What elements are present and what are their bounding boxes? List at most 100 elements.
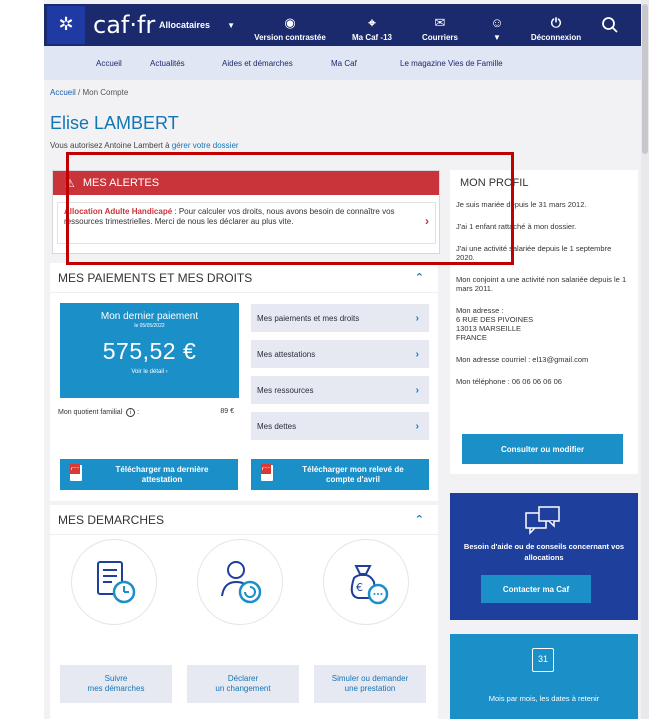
chevron-right-icon: › xyxy=(165,369,168,375)
warning-icon: ⚠ xyxy=(65,177,75,190)
alerts-header: ⚠ MES ALERTES xyxy=(53,171,439,195)
alerts-panel: ⚠ MES ALERTES Allocation Adulte Handicap… xyxy=(52,170,440,254)
profile-phone: Mon téléphone : 06 06 06 06 06 xyxy=(456,377,562,386)
breadcrumb-home-link[interactable]: Accueil xyxy=(50,88,76,97)
key-dates-text: Mois par mois, les dates à retenir xyxy=(488,694,600,703)
demarches-card-title: MES DEMARCHES xyxy=(58,512,165,527)
track-procedures-line2: mes démarches xyxy=(87,684,145,693)
simulate-benefit-illustration: € xyxy=(323,539,409,625)
nav-ma-caf-label: Ma Caf -13 xyxy=(351,33,392,42)
track-procedures-link[interactable]: Suivre mes démarches xyxy=(60,665,172,703)
pdf-icon: PDF xyxy=(261,464,273,481)
nav-deconnexion[interactable]: ⏻ Déconnexion xyxy=(521,4,591,46)
search-button[interactable] xyxy=(591,4,629,46)
payments-card-header[interactable]: MES PAIEMENTS ET MES DROITS ⌃ xyxy=(50,263,438,293)
nav-courriers[interactable]: ✉ Courriers xyxy=(407,4,473,46)
profile-title: MON PROFIL xyxy=(460,177,529,189)
breadcrumb: Accueil / Mon Compte xyxy=(50,88,128,97)
nav-version-contrastee[interactable]: ◉ Version contrastée xyxy=(243,4,337,46)
chevron-right-icon: › xyxy=(415,348,419,360)
chat-bubbles-icon xyxy=(525,506,560,535)
breadcrumb-current: Mon Compte xyxy=(82,88,129,97)
chevron-down-icon: ▼ xyxy=(493,33,501,42)
simulate-benefit-line1: Simuler ou demander xyxy=(331,674,409,683)
link-mes-paiements[interactable]: Mes paiements et mes droits › xyxy=(251,304,429,332)
calendar-icon: 31 xyxy=(532,648,554,672)
nav-ma-caf[interactable]: ⌖ Ma Caf -13 xyxy=(337,4,407,46)
nav-user-menu[interactable]: ☺ ▼ xyxy=(473,4,521,46)
profile-address: Mon adresse : 6 RUE DES PIVOINES 13013 M… xyxy=(456,306,632,342)
page-title: Elise LAMBERT xyxy=(50,113,179,133)
allocataires-menu[interactable]: Allocataires ▼ xyxy=(151,4,243,46)
scrollbar[interactable] xyxy=(641,0,649,719)
link-mes-attestations[interactable]: Mes attestations › xyxy=(251,340,429,368)
authorization-notice: Vous autorisez Antoine Lambert à gérer v… xyxy=(50,141,239,150)
declare-change-link[interactable]: Déclarer un changement xyxy=(187,665,299,703)
last-payment-date: le 05/05/2022 xyxy=(134,323,165,329)
chevron-right-icon: › xyxy=(425,214,429,228)
profile-address-line: 6 RUE DES PIVOINES xyxy=(456,315,534,324)
user-refresh-icon xyxy=(221,561,262,604)
family-quotient-value: 89 € xyxy=(220,408,234,415)
secondary-navigation: Accueil Actualités Aides et démarches Ma… xyxy=(44,46,644,80)
pdf-icon: PDF xyxy=(70,464,82,481)
profile-address-label: Mon adresse : xyxy=(456,306,504,315)
caf-logo[interactable]: ✲ xyxy=(47,6,85,44)
profile-item: Mon conjoint a une activité non salariée… xyxy=(456,275,627,293)
info-icon[interactable]: i xyxy=(126,408,136,417)
simulate-benefit-line2: une prestation xyxy=(344,684,396,693)
location-pin-icon: ⌖ xyxy=(368,15,376,30)
nav-version-contrastee-label: Version contrastée xyxy=(254,33,326,42)
profile-item: Je suis mariée depuis le 31 mars 2012. xyxy=(456,200,587,209)
profile-item: J'ai 1 enfant rattaché à mon dossier. xyxy=(456,222,577,231)
subnav-magazine[interactable]: Le magazine Vies de Famille xyxy=(400,59,503,68)
download-releve-button[interactable]: PDF Télécharger mon relevé de compte d'a… xyxy=(251,459,429,490)
declare-change-line2: un changement xyxy=(215,684,271,693)
payments-card-title: MES PAIEMENTS ET MES DROITS xyxy=(58,270,253,285)
subnav-actualites[interactable]: Actualités xyxy=(150,59,185,68)
money-bag-icon: € xyxy=(350,565,389,605)
profile-item: J'ai une activité salariée depuis le 1 s… xyxy=(456,244,612,262)
payment-detail-link[interactable]: Voir le détail › xyxy=(60,369,239,375)
profile-address-line: 13013 MARSEILLE xyxy=(456,324,522,333)
subnav-accueil[interactable]: Accueil xyxy=(96,59,122,68)
download-attestation-button[interactable]: PDF Télécharger ma dernière attestation xyxy=(60,459,238,490)
chevron-up-icon: ⌃ xyxy=(414,272,424,284)
simulate-benefit-link[interactable]: Simuler ou demander une prestation xyxy=(314,665,426,703)
eye-icon: ◉ xyxy=(284,15,296,30)
brand-name[interactable]: caf·fr xyxy=(93,11,155,39)
last-payment-amount: 575,52 € xyxy=(102,338,197,364)
chevron-right-icon: › xyxy=(415,420,419,432)
subnav-ma-caf[interactable]: Ma Caf xyxy=(331,59,357,68)
profile-address-line: FRANCE xyxy=(456,333,487,342)
profile-card: MON PROFIL Je suis mariée depuis le 31 m… xyxy=(450,170,638,474)
payments-card: MES PAIEMENTS ET MES DROITS ⌃ Mon dernie… xyxy=(50,263,438,501)
help-text: Besoin d'aide ou de conseils concernant … xyxy=(463,542,625,562)
alert-item-tag: Allocation Adulte Handicapé xyxy=(64,207,173,216)
envelope-icon: ✉ xyxy=(434,15,446,30)
link-mes-dettes-label: Mes dettes xyxy=(257,421,297,431)
declare-change-line1: Déclarer xyxy=(227,674,259,683)
demarches-card: MES DEMARCHES ⌃ € Suivre mes démarches D… xyxy=(50,505,438,719)
track-procedures-illustration xyxy=(71,539,157,625)
key-dates-box[interactable]: 31 Mois par mois, les dates à retenir xyxy=(450,634,638,719)
search-icon xyxy=(602,17,618,33)
subnav-aides-et-demarches[interactable]: Aides et démarches xyxy=(222,59,293,68)
alerts-title: MES ALERTES xyxy=(82,177,160,189)
download-attestation-label: Télécharger ma dernière attestation xyxy=(115,464,209,484)
payment-detail-label: Voir le détail xyxy=(131,369,164,375)
link-mes-dettes[interactable]: Mes dettes › xyxy=(251,412,429,440)
manage-file-link[interactable]: gérer votre dossier xyxy=(172,141,239,150)
help-box: Besoin d'aide ou de conseils concernant … xyxy=(450,493,638,620)
power-icon: ⏻ xyxy=(550,15,562,30)
consult-or-modify-button[interactable]: Consulter ou modifier xyxy=(462,434,623,464)
demarches-card-header[interactable]: MES DEMARCHES ⌃ xyxy=(50,505,438,535)
contact-caf-button[interactable]: Contacter ma Caf xyxy=(481,575,591,603)
user-icon: ☺ xyxy=(490,15,504,30)
nav-deconnexion-label: Déconnexion xyxy=(530,33,582,42)
scrollbar-thumb[interactable] xyxy=(642,4,648,154)
alert-item[interactable]: Allocation Adulte Handicapé : Pour calcu… xyxy=(57,202,436,244)
link-mes-ressources[interactable]: Mes ressources › xyxy=(251,376,429,404)
link-mes-paiements-label: Mes paiements et mes droits xyxy=(257,313,360,323)
family-quotient: Mon quotient familial i: 89 € xyxy=(58,408,234,417)
